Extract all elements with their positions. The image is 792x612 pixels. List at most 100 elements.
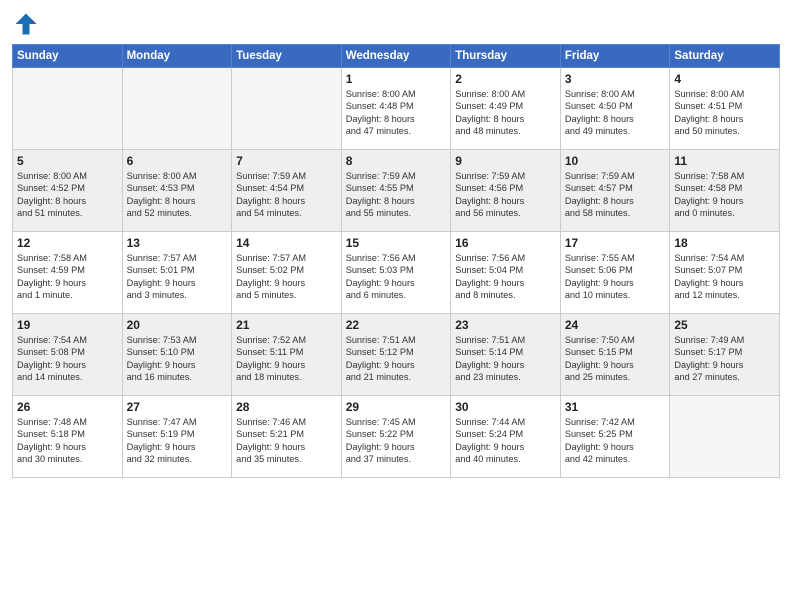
day-number: 18 bbox=[674, 236, 775, 250]
calendar-cell: 29 Sunrise: 7:45 AM Sunset: 5:22 PM Dayli… bbox=[341, 396, 451, 478]
logo bbox=[12, 10, 44, 38]
cell-info: Sunrise: 7:54 AM Sunset: 5:07 PM Dayligh… bbox=[674, 252, 775, 302]
cell-info: Sunrise: 7:48 AM Sunset: 5:18 PM Dayligh… bbox=[17, 416, 118, 466]
day-header: Friday bbox=[560, 45, 670, 68]
day-number: 27 bbox=[127, 400, 228, 414]
calendar-cell: 22 Sunrise: 7:51 AM Sunset: 5:12 PM Dayli… bbox=[341, 314, 451, 396]
calendar-cell: 24 Sunrise: 7:50 AM Sunset: 5:15 PM Dayli… bbox=[560, 314, 670, 396]
calendar-week-row: 5 Sunrise: 8:00 AM Sunset: 4:52 PM Daylig… bbox=[13, 150, 780, 232]
day-number: 4 bbox=[674, 72, 775, 86]
day-header: Saturday bbox=[670, 45, 780, 68]
calendar-cell: 21Sunrise: 7:52 AM Sunset: 5:11 PM Dayli… bbox=[232, 314, 342, 396]
cell-info: Sunrise: 7:55 AM Sunset: 5:06 PM Dayligh… bbox=[565, 252, 666, 302]
calendar-cell: 18 Sunrise: 7:54 AM Sunset: 5:07 PM Dayli… bbox=[670, 232, 780, 314]
calendar-cell: 25 Sunrise: 7:49 AM Sunset: 5:17 PM Dayli… bbox=[670, 314, 780, 396]
day-number: 7 bbox=[236, 154, 337, 168]
cell-info: Sunrise: 7:45 AM Sunset: 5:22 PM Dayligh… bbox=[346, 416, 447, 466]
cell-info: Sunrise: 7:56 AM Sunset: 5:03 PM Dayligh… bbox=[346, 252, 447, 302]
calendar-cell bbox=[122, 68, 232, 150]
day-number: 8 bbox=[346, 154, 447, 168]
cell-info: Sunrise: 7:59 AM Sunset: 4:57 PM Dayligh… bbox=[565, 170, 666, 220]
cell-info: Sunrise: 7:58 AM Sunset: 4:58 PM Dayligh… bbox=[674, 170, 775, 220]
day-number: 15 bbox=[346, 236, 447, 250]
day-number: 20 bbox=[127, 318, 228, 332]
day-number: 3 bbox=[565, 72, 666, 86]
day-number: 6 bbox=[127, 154, 228, 168]
day-number: 13 bbox=[127, 236, 228, 250]
cell-info: Sunrise: 7:59 AM Sunset: 4:54 PM Dayligh… bbox=[236, 170, 337, 220]
day-number: 22 bbox=[346, 318, 447, 332]
day-number: 28 bbox=[236, 400, 337, 414]
calendar-cell: 8 Sunrise: 7:59 AM Sunset: 4:55 PM Daylig… bbox=[341, 150, 451, 232]
cell-info: Sunrise: 7:49 AM Sunset: 5:17 PM Dayligh… bbox=[674, 334, 775, 384]
calendar-cell: 9Sunrise: 7:59 AM Sunset: 4:56 PM Daylig… bbox=[451, 150, 561, 232]
cell-info: Sunrise: 8:00 AM Sunset: 4:53 PM Dayligh… bbox=[127, 170, 228, 220]
cell-info: Sunrise: 7:42 AM Sunset: 5:25 PM Dayligh… bbox=[565, 416, 666, 466]
calendar-header-row: SundayMondayTuesdayWednesdayThursdayFrid… bbox=[13, 45, 780, 68]
cell-info: Sunrise: 8:00 AM Sunset: 4:51 PM Dayligh… bbox=[674, 88, 775, 138]
cell-info: Sunrise: 8:00 AM Sunset: 4:48 PM Dayligh… bbox=[346, 88, 447, 138]
day-number: 11 bbox=[674, 154, 775, 168]
day-number: 1 bbox=[346, 72, 447, 86]
calendar-cell: 6 Sunrise: 8:00 AM Sunset: 4:53 PM Daylig… bbox=[122, 150, 232, 232]
cell-info: Sunrise: 8:00 AM Sunset: 4:49 PM Dayligh… bbox=[455, 88, 556, 138]
day-number: 24 bbox=[565, 318, 666, 332]
calendar-cell bbox=[232, 68, 342, 150]
cell-info: Sunrise: 7:56 AM Sunset: 5:04 PM Dayligh… bbox=[455, 252, 556, 302]
day-header: Thursday bbox=[451, 45, 561, 68]
calendar-cell: 10 Sunrise: 7:59 AM Sunset: 4:57 PM Dayli… bbox=[560, 150, 670, 232]
calendar-cell: 26 Sunrise: 7:48 AM Sunset: 5:18 PM Dayli… bbox=[13, 396, 123, 478]
cell-info: Sunrise: 7:52 AM Sunset: 5:11 PM Dayligh… bbox=[236, 334, 337, 384]
day-header: Tuesday bbox=[232, 45, 342, 68]
calendar-cell: 17 Sunrise: 7:55 AM Sunset: 5:06 PM Dayli… bbox=[560, 232, 670, 314]
day-number: 12 bbox=[17, 236, 118, 250]
day-header: Sunday bbox=[13, 45, 123, 68]
day-number: 26 bbox=[17, 400, 118, 414]
cell-info: Sunrise: 7:44 AM Sunset: 5:24 PM Dayligh… bbox=[455, 416, 556, 466]
day-number: 19 bbox=[17, 318, 118, 332]
calendar-cell: 14 Sunrise: 7:57 AM Sunset: 5:02 PM Dayli… bbox=[232, 232, 342, 314]
calendar-cell: 1 Sunrise: 8:00 AM Sunset: 4:48 PM Daylig… bbox=[341, 68, 451, 150]
calendar-cell: 11 Sunrise: 7:58 AM Sunset: 4:58 PM Dayli… bbox=[670, 150, 780, 232]
calendar-cell: 2 Sunrise: 8:00 AM Sunset: 4:49 PM Daylig… bbox=[451, 68, 561, 150]
calendar-cell: 31Sunrise: 7:42 AM Sunset: 5:25 PM Dayli… bbox=[560, 396, 670, 478]
logo-icon bbox=[12, 10, 40, 38]
cell-info: Sunrise: 7:51 AM Sunset: 5:14 PM Dayligh… bbox=[455, 334, 556, 384]
cell-info: Sunrise: 7:51 AM Sunset: 5:12 PM Dayligh… bbox=[346, 334, 447, 384]
calendar-cell: 4 Sunrise: 8:00 AM Sunset: 4:51 PM Daylig… bbox=[670, 68, 780, 150]
cell-info: Sunrise: 7:59 AM Sunset: 4:55 PM Dayligh… bbox=[346, 170, 447, 220]
day-number: 30 bbox=[455, 400, 556, 414]
day-number: 14 bbox=[236, 236, 337, 250]
cell-info: Sunrise: 7:47 AM Sunset: 5:19 PM Dayligh… bbox=[127, 416, 228, 466]
day-header: Monday bbox=[122, 45, 232, 68]
calendar-week-row: 26 Sunrise: 7:48 AM Sunset: 5:18 PM Dayli… bbox=[13, 396, 780, 478]
cell-info: Sunrise: 7:50 AM Sunset: 5:15 PM Dayligh… bbox=[565, 334, 666, 384]
cell-info: Sunrise: 7:54 AM Sunset: 5:08 PM Dayligh… bbox=[17, 334, 118, 384]
calendar-cell: 30 Sunrise: 7:44 AM Sunset: 5:24 PM Dayli… bbox=[451, 396, 561, 478]
calendar-week-row: 1 Sunrise: 8:00 AM Sunset: 4:48 PM Daylig… bbox=[13, 68, 780, 150]
calendar-cell: 27 Sunrise: 7:47 AM Sunset: 5:19 PM Dayli… bbox=[122, 396, 232, 478]
day-number: 5 bbox=[17, 154, 118, 168]
calendar-container: SundayMondayTuesdayWednesdayThursdayFrid… bbox=[0, 0, 792, 612]
day-number: 23 bbox=[455, 318, 556, 332]
day-number: 2 bbox=[455, 72, 556, 86]
calendar-cell: 16 Sunrise: 7:56 AM Sunset: 5:04 PM Dayli… bbox=[451, 232, 561, 314]
calendar-cell: 13 Sunrise: 7:57 AM Sunset: 5:01 PM Dayli… bbox=[122, 232, 232, 314]
cell-info: Sunrise: 7:46 AM Sunset: 5:21 PM Dayligh… bbox=[236, 416, 337, 466]
day-number: 16 bbox=[455, 236, 556, 250]
calendar-cell: 20Sunrise: 7:53 AM Sunset: 5:10 PM Dayli… bbox=[122, 314, 232, 396]
calendar-table: SundayMondayTuesdayWednesdayThursdayFrid… bbox=[12, 44, 780, 478]
day-number: 29 bbox=[346, 400, 447, 414]
day-number: 25 bbox=[674, 318, 775, 332]
day-number: 17 bbox=[565, 236, 666, 250]
cell-info: Sunrise: 7:57 AM Sunset: 5:01 PM Dayligh… bbox=[127, 252, 228, 302]
calendar-week-row: 19 Sunrise: 7:54 AM Sunset: 5:08 PM Dayli… bbox=[13, 314, 780, 396]
cell-info: Sunrise: 8:00 AM Sunset: 4:52 PM Dayligh… bbox=[17, 170, 118, 220]
calendar-cell: 28 Sunrise: 7:46 AM Sunset: 5:21 PM Dayli… bbox=[232, 396, 342, 478]
calendar-cell: 5 Sunrise: 8:00 AM Sunset: 4:52 PM Daylig… bbox=[13, 150, 123, 232]
calendar-cell: 23 Sunrise: 7:51 AM Sunset: 5:14 PM Dayli… bbox=[451, 314, 561, 396]
calendar-cell: 15 Sunrise: 7:56 AM Sunset: 5:03 PM Dayli… bbox=[341, 232, 451, 314]
cell-info: Sunrise: 8:00 AM Sunset: 4:50 PM Dayligh… bbox=[565, 88, 666, 138]
cell-info: Sunrise: 7:57 AM Sunset: 5:02 PM Dayligh… bbox=[236, 252, 337, 302]
day-number: 10 bbox=[565, 154, 666, 168]
